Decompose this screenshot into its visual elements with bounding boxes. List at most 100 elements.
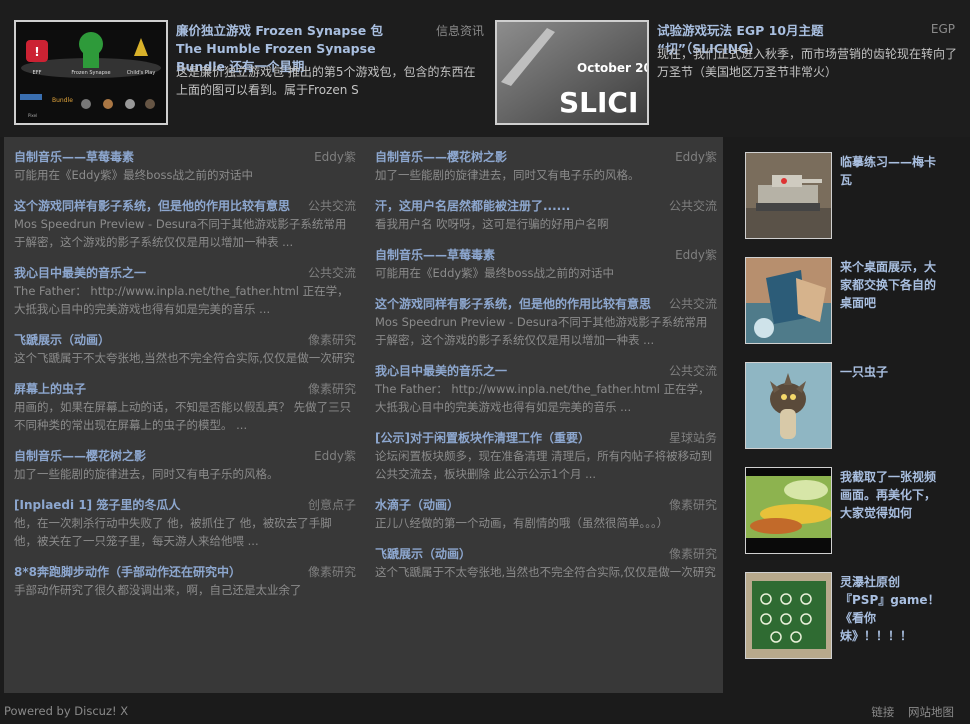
thread-item: 自制音乐——樱花树之影 Eddy紫加了一些能剧的旋律进去，同时又有电子乐的风格。 [14,444,356,483]
thread-category-link[interactable]: Eddy紫 [314,148,356,165]
thumb-label-bundle: Bundle [52,97,73,104]
thread-title-link[interactable]: 水滴子（动画） [375,496,459,513]
thread-category-link[interactable]: Eddy紫 [675,246,717,263]
thread-title-link[interactable]: 我心目中最美的音乐之一 [375,362,507,379]
link-sitemap[interactable]: 网站地图 [908,705,954,719]
thread-category-link[interactable]: 像素研究 [669,496,717,513]
thread-category-link[interactable]: 公共交流 [669,362,717,379]
sidebar-item[interactable]: 灵瀑社原创『PSP』game！《看你妹》！！！！ [745,572,955,677]
featured-item-2: October 20 SLICI 试验游戏玩法 EGP 10月主题 “切”（SL… [495,20,965,128]
thread-item: 8*8奔跑脚步动作（手部动作还在研究中） 像素研究 手部动作研究了很久都没调出来，啊… [14,560,356,599]
powered-by-text[interactable]: Powered by Discuz! X [4,704,128,718]
thread-column-right: 自制音乐——樱花树之影 Eddy紫 加了一些能剧的旋律进去，同时又有电子乐的风格。汗… [375,145,717,591]
thread-item-header: 水滴子（动画） 像素研究 [375,493,717,514]
thread-item: [Inplaedi 1] 笼子里的冬瓜人 创意点子他，在一次刺杀行动中失败了 他，… [14,493,356,550]
thread-item-header: 这个游戏同样有影子系统，但是他的作用比较有意思 公共交流 [14,194,356,215]
thread-item-header: 8*8奔跑脚步动作（手部动作还在研究中） 像素研究 [14,560,356,581]
thread-category-link[interactable]: 公共交流 [669,197,717,214]
thread-title-link[interactable]: 屏幕上的虫子 [14,380,86,397]
svg-text:!: ! [34,45,39,59]
thread-summary: 看我用户名 吹呀呀，这可是行骗的好用户名啊 [375,217,609,231]
thread-summary: 可能用在《Eddy紫》最终boss战之前的对话中 [375,266,614,280]
thread-summary: 用画的，如果在屏幕上动的话，不知是否能以假乱真？ 先做了三只不同种类的常出现在屏… [14,400,352,432]
thread-title-link[interactable]: 自制音乐——草莓毒素 [375,246,495,263]
slicing-thumb-text-2: SLICI [559,86,638,119]
thread-category-link[interactable]: 像素研究 [669,545,717,562]
sidebar-thumbnail-bug[interactable] [745,362,832,449]
thumb-label-frozen: Frozen Synapse [71,70,110,76]
sidebar-title[interactable]: 我截取了一张视频画面。再美化下，大家觉得如何 [840,468,940,522]
thread-item-header: 自制音乐——草莓毒素 Eddy紫 [14,145,356,166]
featured-section: ! EFF Frozen Synapse Child's Play Bundle… [0,0,970,137]
thread-item: 飞蹏展示（动画） 像素研究这个飞蹏属于不太夸张地,当然也不完全符合实际,仅仅是做一… [14,328,356,367]
sidebar-thumbnail-psp[interactable] [745,572,832,659]
thumb-label-eff: EFF [33,70,42,76]
thread-category-link[interactable]: 像素研究 [308,331,356,348]
thread-category-link[interactable]: Eddy紫 [675,148,717,165]
thread-title-link[interactable]: [公示]对于闲置板块作清理工作（重要） [375,429,590,446]
thread-category-link[interactable]: Eddy紫 [314,447,356,464]
thread-category-link[interactable]: 像素研究 [308,563,356,580]
thread-summary: 他，在一次刺杀行动中失败了 他，被抓住了 他，被砍去了手脚 他，被关在了一只笼子… [14,516,332,548]
thread-item: 飞蹏展示（动画） 像素研究 这个飞蹏属于不太夸张地,当然也不完全符合实际,仅仅是做一… [375,542,717,581]
thread-title-link[interactable]: 这个游戏同样有影子系统，但是他的作用比较有意思 [14,197,290,214]
thread-item-header: 自制音乐——樱花树之影 Eddy紫 [14,444,356,465]
featured-category-1[interactable]: 信息资讯 [436,22,484,39]
thread-title-link[interactable]: 飞蹏展示（动画） [14,331,110,348]
thread-summary: Mos Speedrun Preview - Desura不同于其他游戏影子系统… [14,217,347,249]
thread-summary: 这个飞蹏属于不太夸张地,当然也不完全符合实际,仅仅是做一次研究 [14,351,355,365]
thread-item: [公示]对于闲置板块作清理工作（重要） 星球站务 论坛闲置板块颇多，现在准备清理 清… [375,426,717,483]
sidebar-thumbnail-video[interactable] [745,467,832,554]
thread-category-link[interactable]: 公共交流 [669,295,717,312]
thread-summary: 加了一些能剧的旋律进去，同时又有电子乐的风格。 [14,467,279,481]
thread-list-panel: 自制音乐——草莓毒素 Eddy紫 可能用在《Eddy紫》最终boss战之前的对话中这… [4,137,723,693]
thread-item: 自制音乐——草莓毒素 Eddy紫 可能用在《Eddy紫》最终boss战之前的对话中 [14,145,356,184]
thumb-label-childsplay: Child's Play [127,70,156,76]
sidebar-title[interactable]: 临摹练习——梅卡瓦 [840,153,940,189]
thread-title-link[interactable]: 汗，这用户名居然都能被注册了...... [375,197,570,214]
featured-thumbnail-2[interactable]: October 20 SLICI [495,20,649,125]
thread-item-header: [Inplaedi 1] 笼子里的冬瓜人 创意点子 [14,493,356,514]
thread-title-link[interactable]: 这个游戏同样有影子系统，但是他的作用比较有意思 [375,295,651,312]
thread-summary: The Father： http://www.inpla.net/the_fat… [14,284,349,316]
thread-item-header: 屏幕上的虫子 像素研究 [14,377,356,398]
link-links[interactable]: 链接 [871,705,894,719]
sidebar-thumbnail-desktop[interactable] [745,257,832,344]
thread-title-link[interactable]: 自制音乐——樱花树之影 [375,148,507,165]
featured-desc-1: 这是廉价独立游戏包 推出的第5个游戏包，包含的东西在上面的图可以看到。属于Fro… [176,65,476,97]
thread-title-link[interactable]: 自制音乐——草莓毒素 [14,148,134,165]
footer-links: 链接 网站地图 [861,704,954,720]
sidebar-title[interactable]: 灵瀑社原创『PSP』game！《看你妹》！！！！ [840,573,940,645]
thread-summary: 手部动作研究了很久都没调出来，啊，自己还是太业余了 [14,583,302,597]
thumb-label-pixel: Pixel [28,113,37,118]
thread-category-link[interactable]: 公共交流 [308,197,356,214]
sidebar-title[interactable]: 一只虫子 [840,363,940,381]
thread-category-link[interactable]: 像素研究 [308,380,356,397]
thread-category-link[interactable]: 创意点子 [308,496,356,513]
sidebar-thumbnail-tank[interactable] [745,152,832,239]
featured-category-2[interactable]: EGP [931,22,955,36]
thread-category-link[interactable]: 星球站务 [669,429,717,446]
sidebar-item[interactable]: 我截取了一张视频画面。再美化下，大家觉得如何 [745,467,955,572]
thread-item: 自制音乐——草莓毒素 Eddy紫可能用在《Eddy紫》最终boss战之前的对话中 [375,243,717,282]
thread-item: 自制音乐——樱花树之影 Eddy紫 加了一些能剧的旋律进去，同时又有电子乐的风格。 [375,145,717,184]
thread-title-link[interactable]: 自制音乐——樱花树之影 [14,447,146,464]
sidebar-item[interactable]: 临摹练习——梅卡瓦 [745,152,955,257]
thread-title-link[interactable]: 飞蹏展示（动画） [375,545,471,562]
thread-category-link[interactable]: 公共交流 [308,264,356,281]
featured-thumbnail-1[interactable]: ! EFF Frozen Synapse Child's Play Bundle… [14,20,168,125]
thread-item: 我心目中最美的音乐之一 公共交流 The Father： http://www.in… [375,359,717,416]
thread-title-link[interactable]: 我心目中最美的音乐之一 [14,264,146,281]
thread-title-link[interactable]: 8*8奔跑脚步动作（手部动作还在研究中） [14,563,241,580]
sidebar-item[interactable]: 来个桌面展示，大家都交换下各自的桌面吧 [745,257,955,362]
thread-item-header: 我心目中最美的音乐之一 公共交流 [14,261,356,282]
image-sidebar: 临摹练习——梅卡瓦 来个桌面展示，大家都交换下各自的桌面吧 一只虫子 我截取了一… [745,152,955,677]
featured-item-1: ! EFF Frozen Synapse Child's Play Bundle… [14,20,484,128]
thread-item: 汗，这用户名居然都能被注册了...... 公共交流看我用户名 吹呀呀，这可是行骗的… [375,194,717,233]
thread-item-header: [公示]对于闲置板块作清理工作（重要） 星球站务 [375,426,717,447]
thread-item-header: 汗，这用户名居然都能被注册了...... 公共交流 [375,194,717,215]
thread-item-header: 我心目中最美的音乐之一 公共交流 [375,359,717,380]
thread-title-link[interactable]: [Inplaedi 1] 笼子里的冬瓜人 [14,496,180,513]
sidebar-item[interactable]: 一只虫子 [745,362,955,467]
sidebar-title[interactable]: 来个桌面展示，大家都交换下各自的桌面吧 [840,258,940,312]
